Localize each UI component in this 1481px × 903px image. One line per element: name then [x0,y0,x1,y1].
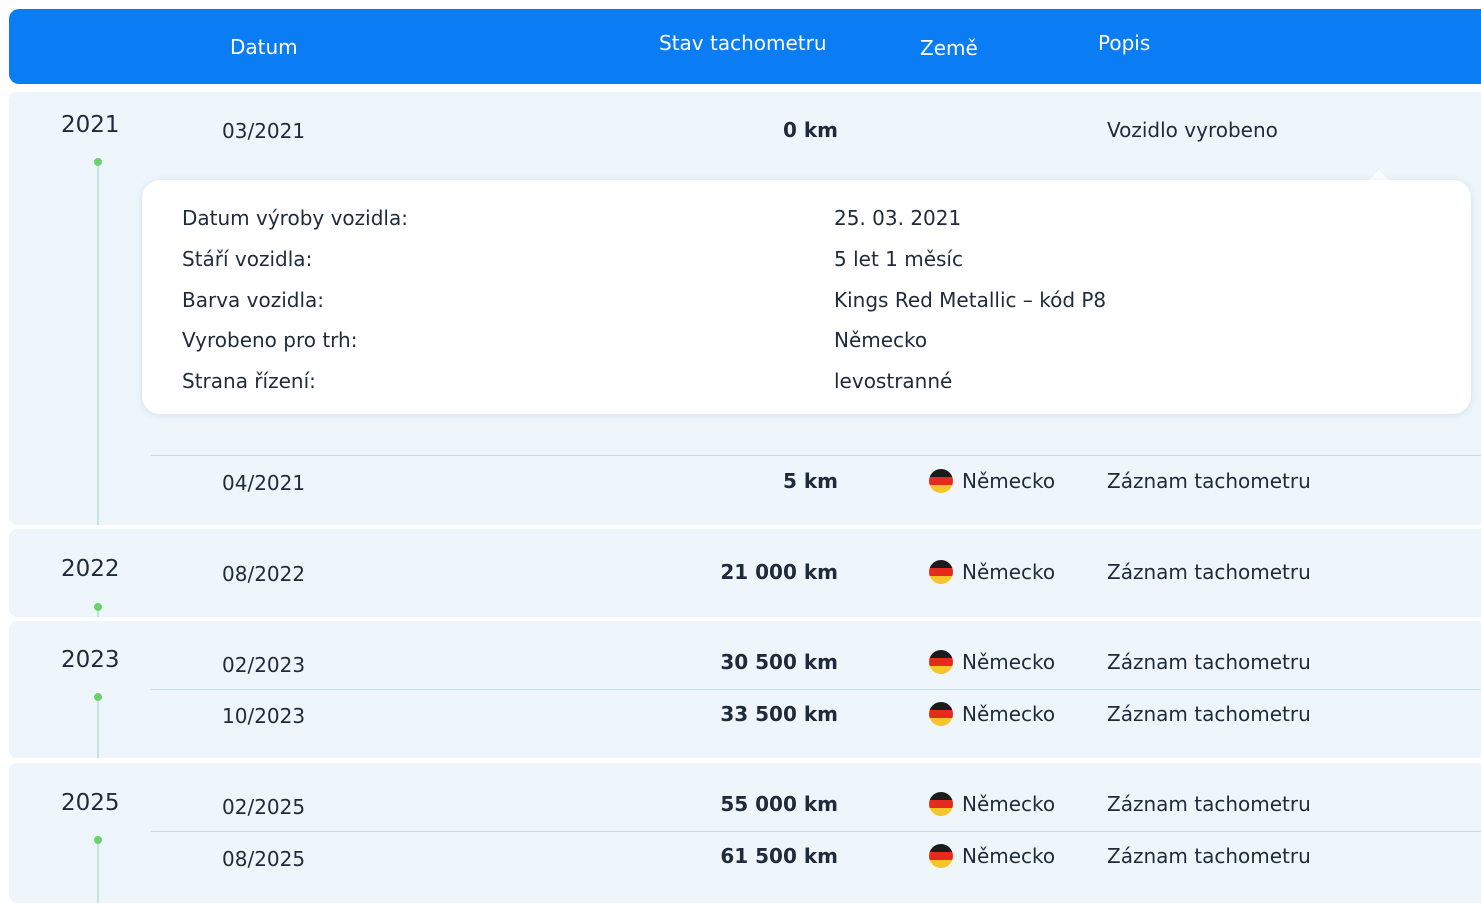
row-km: 21 000 km [720,560,838,584]
row-divider [151,831,1481,832]
row-description: Záznam tachometru [1107,844,1311,868]
row-country: Německo [929,792,1055,816]
year-label: 2023 [61,647,120,673]
row-country: Německo [929,844,1055,868]
timeline-line [97,611,99,617]
detail-value: 25. 03. 2021 [834,206,962,230]
row-divider [151,455,1481,456]
row-date: 04/2021 [222,471,306,495]
row-km: 55 000 km [720,792,838,816]
detail-label: Stáří vozidla: [182,247,313,271]
row-country-label: Německo [962,469,1056,493]
row-description: Záznam tachometru [1107,560,1311,584]
row-description: Záznam tachometru [1107,650,1311,674]
germany-flag-icon [929,560,953,584]
germany-flag-icon [929,844,953,868]
row-description: Záznam tachometru [1107,469,1311,493]
row-km: 5 km [782,469,838,493]
year-group-2022: 2022 08/2022 21 000 km Německo Záznam ta… [9,529,1481,617]
row-date: 08/2025 [222,847,306,871]
germany-flag-icon [929,792,953,816]
row-country-label: Německo [962,702,1056,726]
table-header: Datum Stav tachometru Země Popis [9,9,1481,84]
row-country: Německo [929,469,1055,493]
timeline-dot [94,836,102,844]
detail-value: levostranné [834,369,953,393]
row-country-label: Německo [962,650,1056,674]
row-km: 33 500 km [720,702,838,726]
germany-flag-icon [929,650,953,674]
germany-flag-icon [929,702,953,726]
row-description: Záznam tachometru [1107,792,1311,816]
year-label: 2022 [61,556,120,582]
timeline-dot [94,158,102,166]
detail-value: Kings Red Metallic – kód P8 [834,288,1107,312]
row-country: Německo [929,560,1055,584]
detail-label: Datum výroby vozidla: [182,206,408,230]
row-km: 0 km [782,118,838,142]
row-date: 02/2023 [222,653,306,677]
timeline-dot [94,603,102,611]
detail-label: Strana řízení: [182,369,316,393]
detail-label: Vyrobeno pro trh: [182,328,358,352]
detail-label: Barva vozidla: [182,288,325,312]
row-country-label: Německo [962,560,1056,584]
year-group-2023: 2023 02/2023 30 500 km Německo Záznam ta… [9,621,1481,758]
row-date: 02/2025 [222,795,306,819]
timeline-line [97,701,99,758]
timeline-line [97,166,99,525]
year-group-2025: 2025 02/2025 55 000 km Německo Záznam ta… [9,763,1481,903]
row-description: Vozidlo vyrobeno [1107,118,1278,142]
header-datum: Datum [230,35,298,59]
year-label: 2021 [61,112,120,138]
row-date: 03/2021 [222,119,306,143]
vehicle-detail-card: Datum výroby vozidla: 25. 03. 2021 Stáří… [142,180,1471,414]
row-date: 10/2023 [222,704,306,728]
header-stav-tachometru: Stav tachometru [659,31,827,55]
row-country: Německo [929,650,1055,674]
row-country: Německo [929,702,1055,726]
row-country-label: Německo [962,792,1056,816]
header-popis: Popis [1098,31,1151,55]
germany-flag-icon [929,469,953,493]
row-km: 30 500 km [720,650,838,674]
row-divider [151,689,1481,690]
timeline-dot [94,693,102,701]
header-zeme: Země [920,36,978,60]
timeline-line [97,844,99,903]
detail-value: 5 let 1 měsíc [834,247,963,271]
row-description: Záznam tachometru [1107,702,1311,726]
year-label: 2025 [61,790,120,816]
detail-value: Německo [834,328,928,352]
row-date: 08/2022 [222,562,306,586]
row-country-label: Německo [962,844,1056,868]
row-km: 61 500 km [720,844,838,868]
